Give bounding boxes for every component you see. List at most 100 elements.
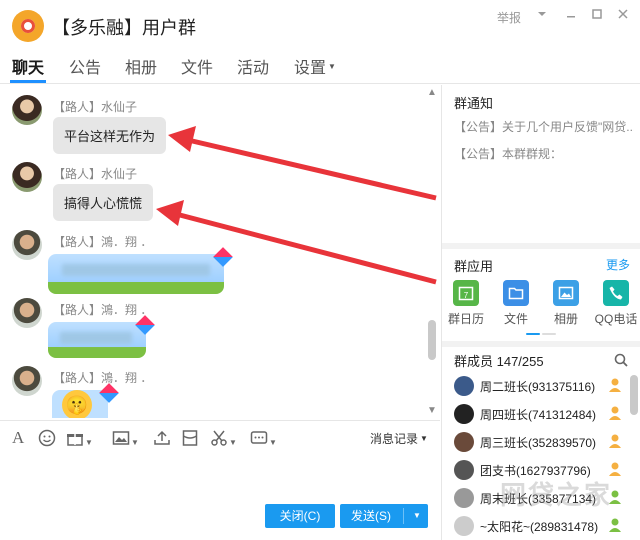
maximize-icon[interactable] (588, 7, 606, 25)
member-row[interactable]: 周三班长(352839570) (442, 430, 626, 458)
avatar[interactable] (12, 95, 42, 125)
avatar[interactable] (12, 230, 42, 260)
group-apps-title: 群应用 (454, 259, 494, 274)
member-name: 周四班长(741312484) (480, 408, 597, 422)
chat-scrollbar[interactable]: ▲ ▼ (425, 87, 439, 417)
blurred-text (60, 332, 132, 344)
send-options-chevron-icon[interactable]: ▼ (406, 504, 428, 528)
window-title: 【多乐融】用户群 (52, 18, 196, 38)
chat-scroll-thumb[interactable] (428, 320, 436, 360)
avatar (454, 404, 474, 424)
input-toolbar: A ▼ ▼ ▼ ▼ 消息记录 ▼ (0, 420, 440, 454)
message-sender: 【路人】水仙子 (53, 100, 138, 114)
chevron-down-icon[interactable] (533, 7, 551, 25)
gift-icon[interactable]: ▼ (66, 429, 93, 447)
message-bubble: 平台这样无作为 (53, 117, 167, 154)
active-tab-indicator (10, 80, 46, 83)
font-icon[interactable]: A (12, 429, 24, 447)
tab-announcement[interactable]: 公告 (69, 54, 101, 78)
app-group-calendar[interactable]: 7 群日历 (444, 280, 488, 327)
panel-divider (442, 243, 640, 249)
tab-chat[interactable]: 聊天 (12, 54, 44, 78)
avatar[interactable] (12, 162, 42, 192)
tab-settings[interactable]: 设置 ▼ (294, 54, 336, 78)
members-scroll-thumb[interactable] (630, 375, 638, 415)
app-label: 群日历 (447, 312, 484, 326)
panel-divider (442, 341, 640, 347)
folder-icon (503, 280, 529, 306)
member-name: 周三班长(352839570) (480, 436, 597, 450)
tab-album[interactable]: 相册 (125, 54, 157, 78)
app-label: 相册 (553, 312, 578, 326)
member-name: ~太阳花~(289831478) (480, 520, 599, 534)
tab-settings-label: 设置 (294, 60, 327, 77)
avatar (454, 432, 474, 452)
members-title: 群成员 147/255 (454, 354, 544, 369)
group-logo-icon (12, 10, 44, 42)
member-role-icon (608, 377, 622, 393)
avatar (454, 376, 474, 396)
message-bubble-blurred (48, 322, 146, 358)
tab-activity[interactable]: 活动 (237, 54, 269, 78)
upload-icon[interactable] (153, 429, 171, 447)
screenshot-icon[interactable]: ▼ (210, 429, 237, 447)
image-icon[interactable]: ▼ (112, 429, 139, 447)
search-icon[interactable] (614, 353, 628, 367)
avatar[interactable] (12, 366, 42, 396)
avatar (454, 516, 474, 536)
more-icon[interactable]: ▼ (250, 429, 277, 447)
member-role-icon (608, 517, 622, 533)
apps-pager-dot[interactable] (542, 333, 556, 335)
red-packet-icon[interactable] (181, 429, 199, 447)
message-bubble-blurred (48, 254, 224, 294)
title-bar: 【多乐融】用户群 举报 (0, 0, 640, 50)
report-button[interactable]: 举报 (497, 9, 521, 26)
message-history-button[interactable]: 消息记录 ▼ (370, 430, 428, 447)
avatar (454, 460, 474, 480)
chat-message-area[interactable]: 【路人】水仙子 平台这样无作为 【路人】水仙子 搞得人心慌慌 【路人】鴻．翔 ．… (0, 85, 440, 418)
notice-item[interactable]: 【公告】关于几个用户反馈"网贷... (454, 118, 634, 135)
watermark: 网贷之家 (500, 480, 613, 510)
svg-text:7: 7 (464, 291, 469, 300)
chevron-down-icon: ▼ (328, 62, 336, 71)
app-label: QQ电话 (594, 312, 638, 326)
app-qq-phone[interactable]: QQ电话 (594, 280, 638, 327)
emoji-sticker-icon: 🤫 (62, 390, 92, 418)
member-row[interactable]: 周二班长(931375116) (442, 374, 626, 402)
send-button-label: 发送(S) (351, 509, 391, 523)
member-role-icon (608, 405, 622, 421)
photo-icon (553, 280, 579, 306)
close-icon[interactable] (614, 7, 632, 25)
avatar[interactable] (12, 298, 42, 328)
app-album[interactable]: 相册 (544, 280, 588, 327)
message-bubble: 搞得人心慌慌 (53, 184, 154, 221)
emoji-icon[interactable] (38, 429, 56, 447)
message-sender: 【路人】鴻．翔 ． (53, 303, 153, 317)
close-button[interactable]: 关闭(C) (265, 504, 335, 528)
send-separator (403, 508, 404, 524)
member-row[interactable]: ~太阳花~(289831478) (442, 514, 626, 540)
member-role-icon (608, 433, 622, 449)
phone-icon (603, 280, 629, 306)
group-notice-title: 群通知 (454, 96, 494, 111)
send-button[interactable]: 发送(S) ▼ (340, 504, 428, 528)
blurred-text (62, 264, 210, 276)
app-label: 文件 (503, 312, 528, 326)
chevron-down-icon: ▼ (420, 434, 428, 443)
message-sender: 【路人】鴻．翔 ． (53, 371, 153, 385)
minimize-icon[interactable] (562, 7, 580, 25)
message-sender: 【路人】鴻．翔 ． (53, 235, 153, 249)
message-sender: 【路人】水仙子 (53, 167, 138, 181)
member-name: 周二班长(931375116) (480, 380, 596, 394)
group-side-panel: 群通知 【公告】关于几个用户反馈"网贷... 【公告】本群群规： 群应用 更多 … (441, 85, 640, 540)
scroll-down-icon[interactable]: ▼ (425, 405, 439, 417)
tab-files[interactable]: 文件 (181, 54, 213, 78)
apps-pager-active[interactable] (526, 333, 540, 335)
app-files[interactable]: 文件 (494, 280, 538, 327)
more-apps-link[interactable]: 更多 (606, 256, 630, 273)
member-row[interactable]: 周四班长(741312484) (442, 402, 626, 430)
avatar (454, 488, 474, 508)
notice-item[interactable]: 【公告】本群群规： (454, 145, 634, 162)
scroll-up-icon[interactable]: ▲ (425, 87, 439, 99)
message-history-label: 消息记录 (370, 432, 419, 446)
